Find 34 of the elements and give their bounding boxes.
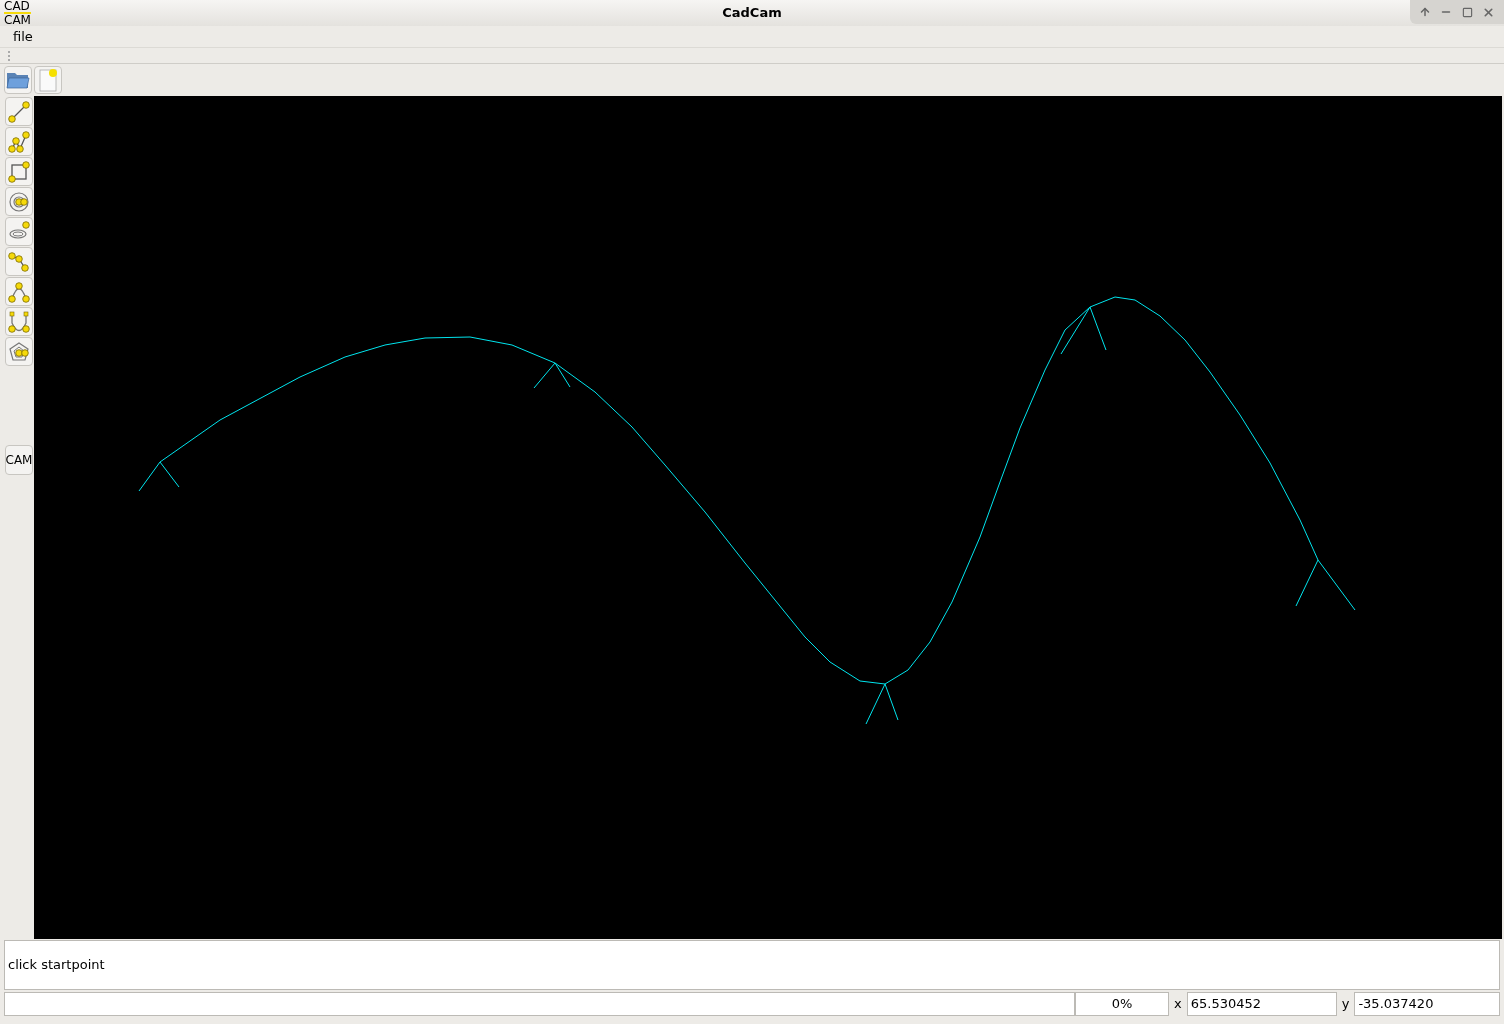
connected-points-icon: [6, 249, 31, 274]
draw-tool-button[interactable]: [4, 337, 33, 366]
cam-button[interactable]: CAM: [4, 445, 33, 475]
polyline-tool-icon: [6, 129, 31, 154]
window-title: CadCam: [722, 4, 782, 23]
line-tool-icon: [6, 99, 31, 124]
circle-tool-icon: [6, 189, 31, 214]
app-icon-text: CAD: [4, 1, 31, 14]
y-label: y: [1340, 995, 1351, 1014]
maximize-icon[interactable]: [1461, 6, 1473, 18]
app-icon-text: CAM: [4, 14, 31, 26]
curve-tool-icon: [6, 309, 31, 334]
draw-tool-button[interactable]: [4, 157, 33, 186]
draw-tool-button[interactable]: [4, 217, 33, 246]
x-label: x: [1173, 995, 1183, 1014]
folder-icon: [6, 70, 30, 90]
draw-tool-button[interactable]: [4, 307, 33, 336]
new-document-icon: [37, 68, 59, 92]
raise-icon[interactable]: [1418, 6, 1431, 18]
draw-tool-button[interactable]: [4, 277, 33, 306]
y-coordinate-field[interactable]: -35.037420: [1354, 992, 1500, 1016]
command-field[interactable]: [4, 992, 1075, 1016]
message-text: click startpoint: [8, 956, 105, 975]
draw-tool-button[interactable]: [4, 187, 33, 216]
arc-tool-icon: [6, 279, 31, 304]
open-button[interactable]: [4, 66, 32, 94]
draw-tool-button[interactable]: [4, 247, 33, 276]
draw-tool-button[interactable]: [4, 127, 33, 156]
toolbar-grip: [8, 50, 11, 61]
menu-item[interactable]: file: [8, 26, 38, 47]
progress-text: 0%: [1111, 995, 1133, 1014]
x-coordinate-field[interactable]: 65.530452: [1186, 992, 1337, 1016]
draw-tool-button[interactable]: [4, 97, 33, 126]
rectangle-tool-icon: [6, 159, 31, 184]
